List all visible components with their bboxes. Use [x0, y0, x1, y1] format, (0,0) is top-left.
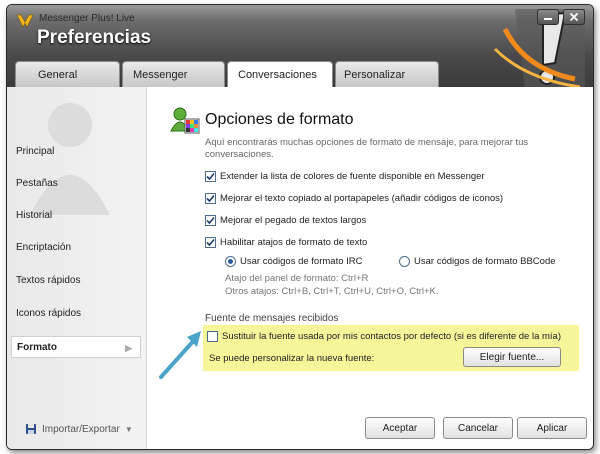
sidebar-item-formato[interactable]: Formato ▶ [11, 336, 141, 358]
sidebar-item-label: Formato [17, 342, 57, 353]
minimize-button[interactable] [537, 9, 559, 25]
check-icon [206, 238, 215, 247]
chevron-right-icon: ▶ [125, 343, 132, 353]
import-export-label: Importar/Exportar [42, 423, 120, 435]
cancel-button[interactable]: Cancelar [443, 417, 513, 439]
option-improve-paste[interactable]: Mejorar el pegado de textos largos [205, 215, 366, 226]
chevron-down-icon: ▼ [124, 424, 133, 434]
minimize-icon [544, 18, 552, 20]
sidebar-item-textos-rapidos[interactable]: Textos rápidos [11, 270, 141, 292]
check-icon [206, 216, 215, 225]
radio-label: Usar códigos de formato IRC [240, 256, 363, 267]
customize-font-label: Se puede personalizar la nueva fuente: [209, 353, 375, 364]
section-title: Opciones de formato [205, 111, 354, 128]
tab-personalizar[interactable]: Personalizar [335, 61, 439, 87]
window-controls [537, 9, 585, 25]
option-improve-copy[interactable]: Mejorar el texto copiado al portapapeles… [205, 193, 503, 204]
annotation-arrow-icon [159, 331, 201, 379]
sidebar-item-principal[interactable]: Principal [11, 141, 141, 163]
messenger-plus-logo-icon [16, 14, 34, 28]
section-description: Aquí encontrarás muchas opciones de form… [205, 137, 529, 160]
apply-button[interactable]: Aplicar [517, 417, 587, 439]
option-label: Extender la lista de colores de fuente d… [220, 171, 485, 182]
tab-general[interactable]: General [15, 61, 120, 87]
sidebar-item-label: Pestañas [16, 178, 58, 189]
tab-conversaciones[interactable]: Conversaciones [227, 61, 333, 87]
checkbox-improve-copy[interactable] [205, 193, 216, 204]
checkbox-replace-font[interactable] [207, 331, 218, 342]
checkbox-extend-colors[interactable] [205, 171, 216, 182]
option-replace-font[interactable]: Sustituir la fuente usada por mis contac… [207, 331, 561, 342]
choose-font-button[interactable]: Elegir fuente... [463, 347, 561, 367]
page-title: Preferencias [37, 27, 152, 48]
sidebar-item-label: Iconos rápidos [16, 308, 82, 319]
shortcut-hint-panel: Atajo del panel de formato: Ctrl+R [225, 273, 369, 284]
preferences-window: Messenger Plus! Live Preferencias Genera… [6, 4, 594, 450]
radio-selected-dot [228, 259, 233, 264]
option-format-shortcuts[interactable]: Habilitar atajos de formato de texto [205, 237, 367, 248]
check-icon [206, 194, 215, 203]
checkbox-improve-paste[interactable] [205, 215, 216, 226]
sidebar-item-label: Principal [16, 146, 55, 157]
shortcut-hint-others: Otros atajos: Ctrl+B, Ctrl+T, Ctrl+U, Ct… [225, 286, 439, 297]
sidebar-item-label: Encriptación [16, 242, 72, 253]
close-icon [569, 12, 579, 22]
sidebar-item-encriptacion[interactable]: Encriptación [11, 237, 141, 259]
save-disk-icon [26, 424, 36, 434]
option-extend-colors[interactable]: Extender la lista de colores de fuente d… [205, 171, 485, 182]
radio-label: Usar códigos de formato BBCode [414, 256, 556, 267]
radio-bbcode[interactable]: Usar códigos de formato BBCode [399, 256, 556, 267]
radio-irc[interactable]: Usar códigos de formato IRC [225, 256, 363, 267]
sidebar: Principal Pestañas Historial Encriptació… [7, 87, 147, 449]
title-bar: Messenger Plus! Live Preferencias Genera… [7, 5, 593, 89]
option-label: Mejorar el pegado de textos largos [220, 215, 367, 226]
sidebar-item-pestanas[interactable]: Pestañas [11, 173, 141, 195]
preferences-body: Principal Pestañas Historial Encriptació… [7, 87, 593, 449]
format-palette-icon [170, 107, 200, 134]
import-export-button[interactable]: Importar/Exportar ▼ [25, 423, 133, 435]
tab-bar: General Messenger Conversaciones Persona… [15, 61, 439, 87]
radio-button-bbcode[interactable] [399, 256, 410, 267]
checkbox-format-shortcuts[interactable] [205, 237, 216, 248]
sidebar-item-label: Textos rápidos [16, 275, 81, 286]
app-title: Messenger Plus! Live [39, 13, 135, 24]
option-label: Sustituir la fuente usada por mis contac… [222, 331, 562, 342]
format-options-panel: Opciones de formato Aquí encontrarás muc… [167, 87, 587, 417]
option-label: Habilitar atajos de formato de texto [220, 237, 368, 248]
close-button[interactable] [563, 9, 585, 25]
sidebar-item-label: Historial [16, 210, 53, 221]
sidebar-item-iconos-rapidos[interactable]: Iconos rápidos [11, 303, 141, 325]
sidebar-item-historial[interactable]: Historial [11, 205, 141, 227]
radio-button-irc[interactable] [225, 256, 236, 267]
check-icon [206, 172, 215, 181]
accept-button[interactable]: Aceptar [365, 417, 435, 439]
tab-messenger[interactable]: Messenger [122, 61, 225, 87]
option-label: Mejorar el texto copiado al portapapeles… [220, 193, 504, 204]
received-fonts-heading: Fuente de mensajes recibidos [205, 313, 339, 324]
